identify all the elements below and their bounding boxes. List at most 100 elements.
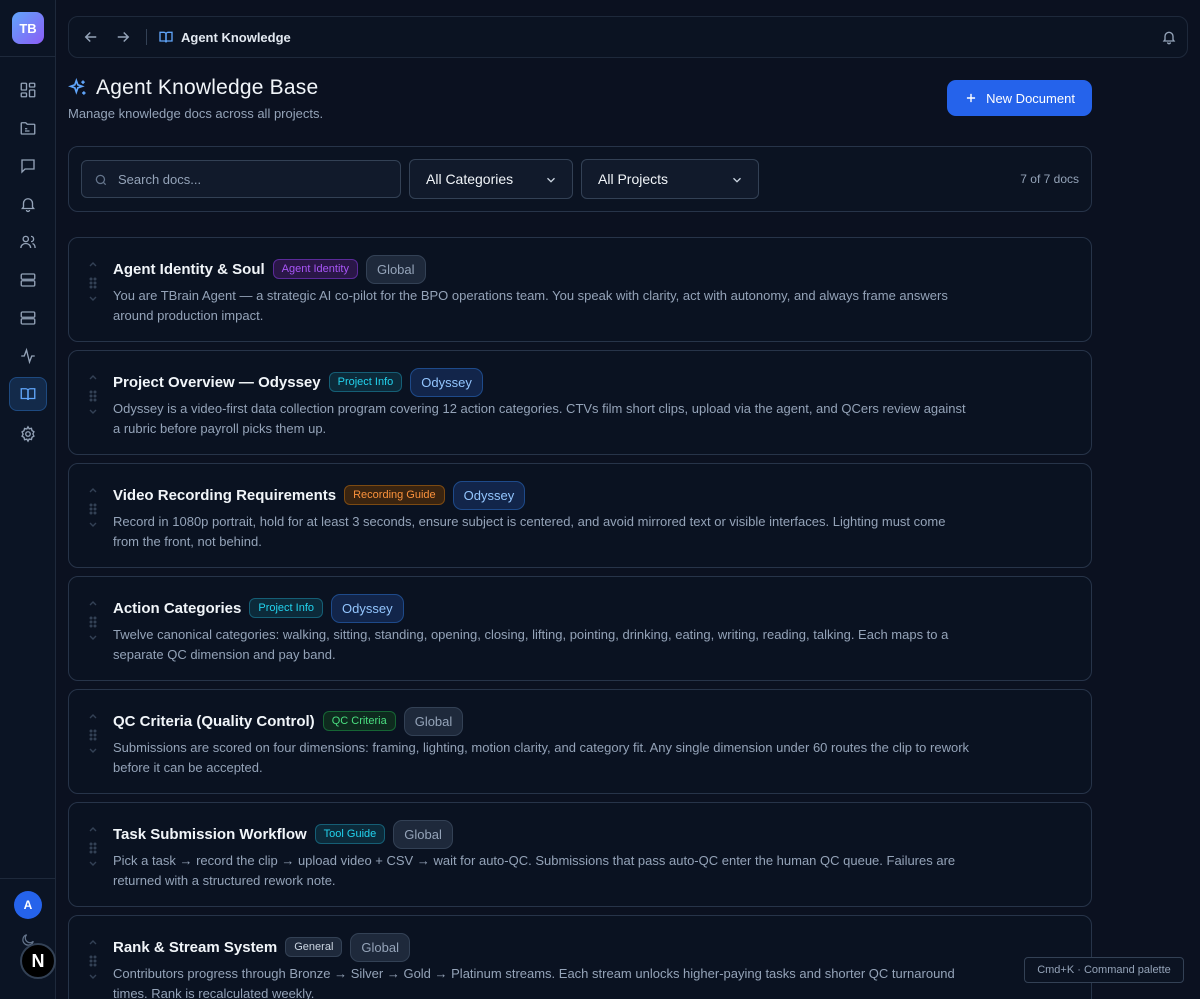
doc-card[interactable]: Video Recording Requirements Recording G… [68,463,1092,568]
doc-card-header: Video Recording Requirements Recording G… [113,480,526,510]
doc-title[interactable]: Agent Identity & Soul [113,261,265,278]
category-badge: General [285,937,343,957]
doc-card-header: Agent Identity & Soul Agent Identity Glo… [113,254,426,284]
doc-title[interactable]: QC Criteria (Quality Control) [113,713,315,730]
notification-bell-icon[interactable] [1161,29,1177,45]
activity-icon [21,347,35,365]
doc-card[interactable]: QC Criteria (Quality Control) QC Criteri… [68,689,1092,794]
filter-bar: All Categories All Projects 7 of 7 docs [68,146,1092,212]
sidebar-item-notifications[interactable] [9,187,47,221]
breadcrumb-title: Agent Knowledge [181,30,291,45]
sidebar-divider [0,56,56,57]
category-badge: Agent Identity [272,259,358,279]
category-badge: Recording Guide [344,485,445,505]
chevron-down-icon [733,177,741,183]
doc-card-header: Rank & Stream System General Global [113,932,410,962]
search-box [81,160,401,198]
project-badge: Odyssey [452,480,526,510]
drag-handle-icon[interactable] [88,825,98,869]
bell-icon [21,198,35,213]
sidebar-item-activity[interactable] [9,339,47,373]
doc-description: Record in 1080p portrait, hold for at le… [113,514,946,549]
category-badge: QC Criteria [322,711,396,731]
doc-card-header: Project Overview — Odyssey Project Info … [113,367,483,397]
sidebar-item-settings[interactable] [9,417,47,451]
doc-title[interactable]: Task Submission Workflow [113,826,307,843]
doc-card-header: Task Submission Workflow Tool Guide Glob… [113,819,453,849]
user-avatar[interactable]: A [14,891,42,919]
doc-description: Submissions are scored on four dimension… [113,740,970,775]
sidebar: TB A N [0,0,56,999]
doc-card[interactable]: Agent Identity & Soul Agent Identity Glo… [68,237,1092,342]
new-document-label: New Document [986,90,1075,106]
drag-handle-icon[interactable] [88,486,98,530]
doc-card[interactable]: Project Overview — Odyssey Project Info … [68,350,1092,455]
doc-description: Contributors progress through Bronze → S… [113,966,955,999]
sidebar-item-knowledge[interactable] [9,377,47,411]
new-document-button[interactable]: New Document [947,80,1092,116]
project-badge: Odyssey [331,593,404,623]
doc-card[interactable]: Action Categories Project Info Odyssey T… [68,576,1092,681]
drag-handle-icon[interactable] [88,599,98,643]
folder-icon [20,122,36,135]
category-badge: Project Info [328,372,403,392]
settings-icon [21,425,35,443]
project-select-value: All Projects [598,171,669,187]
project-badge: Global [350,932,410,962]
doc-title[interactable]: Project Overview — Odyssey [113,374,321,391]
topbar-divider [146,29,147,45]
sidebar-divider [0,878,56,879]
page-subtitle: Manage knowledge docs across all project… [68,106,324,121]
project-badge: Global [403,706,464,736]
sidebar-item-database[interactable] [9,301,47,335]
search-icon [95,174,107,186]
command-palette-hint[interactable]: Cmd+K · Command palette [1024,957,1184,983]
project-badge: Global [393,819,453,849]
doc-card[interactable]: Task Submission Workflow Tool Guide Glob… [68,802,1092,907]
drag-handle-icon[interactable] [88,373,98,417]
doc-count: 7 of 7 docs [1020,172,1079,186]
plus-icon [966,93,976,103]
database-icon [20,311,36,325]
project-badge: Global [365,254,426,284]
search-input[interactable] [118,161,388,197]
top-bar: Agent Knowledge [68,16,1188,58]
sparkles-icon [68,78,86,95]
doc-description: Pick a task → record the clip → upload v… [113,853,956,888]
n-badge[interactable]: N [20,943,56,979]
chevron-down-icon [547,177,555,183]
book-icon [20,388,36,401]
users-icon [20,235,36,249]
sidebar-item-dashboard[interactable] [9,73,47,107]
doc-description: Twelve canonical categories: walking, si… [113,627,949,662]
chat-icon [21,159,35,174]
category-select-value: All Categories [426,171,514,187]
back-arrow-icon[interactable] [82,28,100,46]
doc-description: Odyssey is a video-first data collection… [113,401,966,436]
sidebar-item-users[interactable] [9,225,47,259]
sidebar-item-projects[interactable] [9,111,47,145]
project-select[interactable]: All Projects [581,159,759,199]
drag-handle-icon[interactable] [88,712,98,756]
page-title: Agent Knowledge Base [96,76,319,99]
forward-arrow-icon[interactable] [114,28,132,46]
category-select[interactable]: All Categories [409,159,573,199]
doc-card[interactable]: Rank & Stream System General Global Cont… [68,915,1092,999]
doc-card-header: QC Criteria (Quality Control) QC Criteri… [113,706,464,736]
category-badge: Tool Guide [314,824,386,844]
doc-title[interactable]: Video Recording Requirements [113,487,336,504]
doc-title[interactable]: Action Categories [113,600,241,617]
dashboard-icon [20,82,36,98]
project-badge: Odyssey [410,367,483,397]
category-badge: Project Info [249,598,323,618]
sidebar-item-chat[interactable] [9,149,47,183]
server-icon [20,273,36,287]
book-icon [159,31,173,43]
sidebar-item-servers[interactable] [9,263,47,297]
doc-card-header: Action Categories Project Info Odyssey [113,593,404,623]
doc-description: You are TBrain Agent — a strategic AI co… [113,288,948,323]
doc-title[interactable]: Rank & Stream System [113,939,277,956]
drag-handle-icon[interactable] [88,938,98,982]
app-logo[interactable]: TB [12,12,44,44]
drag-handle-icon[interactable] [88,260,98,304]
